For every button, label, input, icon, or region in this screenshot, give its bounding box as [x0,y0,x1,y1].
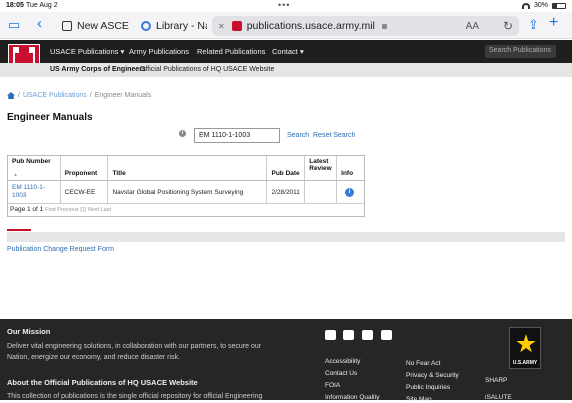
breadcrumb-separator: / [18,92,20,99]
divider-bar [7,232,565,242]
info-icon[interactable]: i [345,187,355,197]
search-input[interactable]: EM 1110-1-1003 [194,128,280,143]
site-search-input[interactable]: Search Publications [485,45,556,58]
footer-link-privacy[interactable]: Privacy & Security [406,372,459,379]
status-time: 18:05 [6,2,24,9]
reload-icon[interactable]: ↻ [503,19,513,33]
tab-library[interactable]: Library - Nati [135,16,207,36]
col-latest-review[interactable]: Latest Review [305,156,338,180]
nav-contact[interactable]: Contact ▾ [272,47,304,56]
wifi-icon [521,2,530,9]
footer-link-no-fear-act[interactable]: No Fear Act [406,360,440,367]
ios-status-bar: 18:05 Tue Aug 2 ••• 30% [0,0,572,12]
tab-label: Library - Nati [156,20,207,32]
breadcrumb: / USACE Publications / Engineer Manuals [7,92,151,99]
address-bar-url[interactable]: publications.usace.army.mil [247,20,375,32]
pager: Page 1 of 1 First Previous [1] Next Last [8,204,364,216]
back-icon[interactable]: ‹ [37,15,42,32]
tab-publications[interactable]: ✕ publications.usace.army.mil AA ↻ [212,16,519,36]
battery-icon [552,2,566,9]
footer-link-sharp[interactable]: SHARP [485,377,507,384]
facebook-icon[interactable] [325,330,336,340]
browser-toolbar: ▭ ‹ New ASCE M Library - Nati ✕ publicat… [0,12,572,39]
page-title: Engineer Manuals [7,112,93,123]
star-icon [516,334,536,353]
twitter-icon[interactable] [343,330,354,340]
cell-pub-date: 2/28/2011 [267,181,306,203]
chevron-down-icon: ▾ [299,47,304,56]
share-icon[interactable]: ⇪ [528,17,539,33]
new-tab-icon[interactable]: + [549,14,558,32]
reader-button[interactable]: AA [466,21,479,32]
info-icon[interactable]: i [179,130,186,137]
flickr-icon[interactable] [381,330,392,340]
cell-info: i [337,181,364,203]
mission-heading: Our Mission [7,327,51,336]
accent-bar [7,229,31,231]
pager-text: Page 1 of 1 [10,206,44,213]
footer-link-accessibility[interactable]: Accessibility [325,358,360,365]
status-date: Tue Aug 2 [26,2,58,9]
library-icon [141,21,151,31]
org-subbar: US Army Corps of Engineers Official Publ… [0,63,572,77]
col-pub-date[interactable]: Pub Date [267,156,306,180]
change-request-link[interactable]: Publication Change Request Form [7,246,114,253]
us-army-logo[interactable]: U.S.ARMY [509,327,541,369]
army-logo-label: U.S.ARMY [512,360,538,366]
cell-pub-number: EM 1110-1-1003 [8,181,61,203]
col-pub-number[interactable]: Pub Number ▲ [8,156,61,180]
breadcrumb-separator: / [89,92,92,99]
status-right: 30% [521,2,566,9]
org-name: US Army Corps of Engineers [50,66,146,73]
nav-label: Contact [272,47,298,56]
breadcrumb-current: Engineer Manuals [94,92,152,99]
col-proponent[interactable]: Proponent [61,156,109,180]
header-label: Pub Number [12,158,51,165]
tab-label: New ASCE M [77,20,130,32]
cell-latest-review [305,181,338,203]
table-header: Pub Number ▲ Proponent Title Pub Date La… [8,156,364,181]
nav-label: USACE Publications [50,47,119,56]
about-heading: About the Official Publications of HQ US… [7,378,198,387]
sidebar-toggle-icon[interactable]: ▭ [8,17,20,33]
results-table: Pub Number ▲ Proponent Title Pub Date La… [7,155,365,217]
table-row: EM 1110-1-1003 CECW-EE Navstar Global Po… [8,181,364,204]
battery-fill [553,3,557,8]
pub-number-link[interactable]: EM 1110-1-1003 [12,184,56,200]
lock-icon [381,23,387,29]
tab-asce[interactable]: New ASCE M [56,16,130,36]
search-button[interactable]: Search [287,132,309,139]
cell-proponent: CECW-EE [61,181,109,203]
asce-icon [62,21,72,31]
about-text: This collection of publications is the s… [7,393,263,400]
nav-related-publications[interactable]: Related Publications [197,47,265,56]
chevron-down-icon: ▾ [120,47,125,56]
multitasking-dots-icon[interactable]: ••• [278,0,290,10]
org-subtitle: Official Publications of HQ USACE Websit… [140,66,275,73]
nav-army-publications[interactable]: Army Publications [129,47,189,56]
footer-link-foia[interactable]: FOIA [325,382,340,389]
cell-title: Navstar Global Positioning System Survey… [108,181,268,203]
breadcrumb-usace-publications[interactable]: USACE Publications [23,92,87,99]
col-info: Info [341,170,354,177]
home-icon[interactable] [7,92,15,99]
footer-link-contact[interactable]: Contact Us [325,370,357,377]
sort-icon[interactable]: ▲ [13,172,18,178]
close-tab-icon[interactable]: ✕ [218,22,225,31]
battery-percent: 30% [533,2,548,9]
nav-usace-publications[interactable]: USACE Publications ▾ [50,47,124,56]
youtube-icon[interactable] [362,330,373,340]
footer-link-public-inquiries[interactable]: Public Inquiries [406,384,450,391]
reset-search-button[interactable]: Reset Search [313,132,355,139]
usace-icon [231,21,242,31]
col-title[interactable]: Title [108,156,268,180]
pager-nav[interactable]: First Previous [1] Next Last [45,207,111,213]
mission-text: Deliver vital engineering solutions, in … [7,343,262,361]
